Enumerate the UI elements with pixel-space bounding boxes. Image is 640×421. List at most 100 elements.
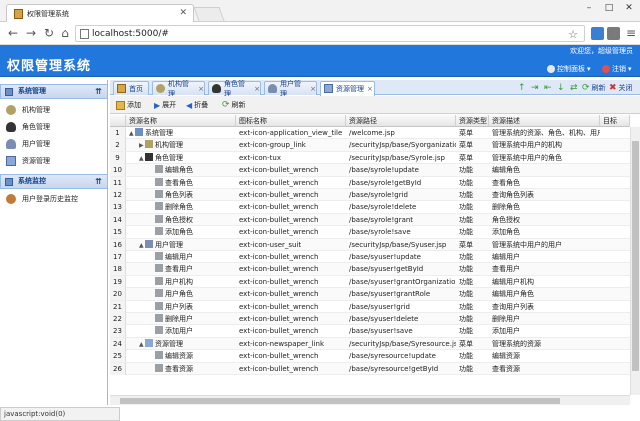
tab-scroll-left-icon[interactable]: ↑	[518, 82, 526, 94]
tab-move-right-icon[interactable]: ⇤	[544, 82, 552, 94]
table-row[interactable]: 9 ▲ 角色管理 ext-icon-tux/securityJsp/base/Syro…	[110, 151, 630, 165]
cell-target	[600, 350, 630, 362]
browser-tab[interactable]: 权限管理系统 ✕	[6, 4, 194, 22]
table-row[interactable]: 14 角色授权 ext-icon-bullet_wrench/base/syrole…	[110, 213, 630, 227]
gear-icon	[547, 65, 555, 73]
close-tab-icon[interactable]: ×	[254, 85, 260, 93]
bookmark-star-icon[interactable]: ☆	[568, 28, 578, 41]
cell-target	[600, 214, 630, 226]
table-row[interactable]: 23 添加用户 ext-icon-bullet_wrench/base/syuser…	[110, 325, 630, 338]
sidebar-item-resource[interactable]: 资源管理	[0, 152, 106, 169]
column-header-name[interactable]: 资源名称	[126, 115, 236, 127]
sidebar-item-login-history[interactable]: 用户登录历史监控	[0, 190, 106, 207]
home-icon[interactable]: ⌂	[58, 26, 72, 40]
column-header-type[interactable]: 资源类型	[456, 115, 489, 127]
column-header-path[interactable]: 资源路径	[346, 115, 456, 127]
cell-desc: 编辑用户	[492, 253, 520, 261]
sidebar-group-header[interactable]: 系统管理 ⇈	[0, 84, 108, 99]
collapse-icon[interactable]: ⇈	[95, 175, 102, 188]
tab-resource[interactable]: 资源管理 ×	[320, 81, 375, 96]
cell-type: 功能	[459, 253, 473, 261]
browser-tab-title: 权限管理系统	[27, 9, 69, 18]
cell-name: 编辑用户	[126, 251, 236, 263]
cell-name: 用户角色	[126, 288, 236, 300]
horizontal-scroll-thumb[interactable]	[120, 398, 560, 404]
close-tab-icon[interactable]: ✕	[179, 8, 187, 18]
main-panel: 首页 机构管理 × 角色管理 × 用户管理 × 资源管理 × ↑ ⇥ ⇤ ↓ ⇄…	[110, 80, 640, 405]
sidebar-group-header-monitor[interactable]: 系统监控 ⇈	[0, 174, 108, 189]
cell-target	[600, 152, 630, 164]
vertical-scroll-thumb[interactable]	[632, 141, 639, 371]
table-row[interactable]: 11 查看角色 ext-icon-bullet_wrench/base/syrole…	[110, 176, 630, 189]
tab-organization[interactable]: 机构管理 ×	[152, 80, 205, 98]
cell-name: 添加用户	[126, 325, 236, 337]
tab-move-left-icon[interactable]: ⇥	[531, 82, 539, 94]
cell-type: 功能	[459, 191, 473, 199]
cell-icon: ext-icon-bullet_wrench	[239, 191, 319, 199]
sidebar-item-user[interactable]: 用户管理	[0, 135, 106, 152]
table-row[interactable]: 12 角色列表 ext-icon-bullet_wrench/base/syrole…	[110, 189, 630, 202]
sidebar-item-role[interactable]: 角色管理	[0, 118, 106, 135]
table-row[interactable]: 13 删除角色 ext-icon-bullet_wrench/base/syrole…	[110, 201, 630, 214]
sidebar-item-organization[interactable]: 机构管理	[0, 101, 106, 118]
table-row[interactable]: 18 查看用户 ext-icon-bullet_wrench/base/syuser…	[110, 263, 630, 276]
cell-icon: ext-icon-bullet_wrench	[239, 364, 319, 373]
table-row[interactable]: 15 添加角色 ext-icon-bullet_wrench/base/syrole…	[110, 226, 630, 239]
column-header-target[interactable]: 目标	[600, 115, 630, 127]
newspaper-icon	[324, 84, 333, 93]
cell-desc: 删除角色	[492, 203, 520, 212]
collapse-button[interactable]: ◀ 折叠	[186, 99, 208, 111]
logout-button[interactable]: 注销 ▾	[602, 64, 632, 74]
grid-refresh-button[interactable]: ⟳ 刷新	[222, 99, 246, 111]
close-window-icon[interactable]: ✕	[620, 1, 638, 15]
table-row[interactable]: 24 ▲ 资源管理 ext-icon-newspaper_link/securityJ…	[110, 337, 630, 351]
tab-home[interactable]: 首页	[113, 81, 149, 95]
address-bar[interactable]: localhost:5000/# ☆	[75, 25, 585, 42]
cell-desc: 查看用户	[492, 265, 520, 274]
tab-close-button[interactable]: ✖ 关闭	[609, 82, 633, 94]
table-row[interactable]: 22 删除用户 ext-icon-bullet_wrench/base/syuser…	[110, 313, 630, 326]
minimize-icon[interactable]: –	[580, 1, 598, 15]
maximize-icon[interactable]: □	[600, 1, 618, 15]
table-row[interactable]: 2 ▶ 机构管理 ext-icon-group_link/securityJsp/ba…	[110, 139, 630, 152]
tab-refresh-button[interactable]: ⟳ 刷新	[582, 82, 606, 94]
page-icon	[80, 29, 89, 39]
cell-name: 删除用户	[126, 313, 236, 325]
close-tab-icon[interactable]: ×	[198, 85, 204, 93]
cell-desc: 编辑用户角色	[492, 290, 534, 299]
close-tab-icon[interactable]: ×	[310, 85, 316, 93]
table-row[interactable]: 1 ▲ 系统管理 ext-icon-application_view_tile/wel…	[110, 127, 630, 140]
horizontal-scrollbar[interactable]	[110, 395, 630, 405]
cell-name: 编辑角色	[126, 164, 236, 176]
table-row[interactable]: 19 用户机构 ext-icon-bullet_wrench/base/syuser…	[110, 275, 630, 289]
table-row[interactable]: 20 用户角色 ext-icon-bullet_wrench/base/syuser…	[110, 288, 630, 301]
menu-icon[interactable]: ≡	[624, 26, 638, 40]
extension-icon-2[interactable]	[607, 27, 620, 40]
collapse-icon[interactable]: ⇈	[95, 85, 102, 98]
cell-path: /base/syuser!getById	[349, 265, 424, 274]
tab-swap-icon[interactable]: ⇄	[570, 82, 578, 94]
tab-scroll-right-icon[interactable]: ↓	[557, 82, 565, 94]
column-header-desc[interactable]: 资源描述	[489, 115, 600, 127]
table-row[interactable]: 10 编辑角色 ext-icon-bullet_wrench/base/syrole…	[110, 164, 630, 177]
table-row[interactable]: 16 ▲ 用户管理 ext-icon-user_suit/securityJsp/ba…	[110, 238, 630, 251]
grid-toolbar: 添加 ▶ 展开 ◀ 折叠 ⟳ 刷新	[110, 96, 640, 114]
back-icon[interactable]: ←	[6, 26, 20, 40]
table-row[interactable]: 26 查看资源 ext-icon-bullet_wrench/base/syreso…	[110, 362, 630, 375]
forward-icon[interactable]: →	[24, 26, 38, 40]
table-row[interactable]: 21 用户列表 ext-icon-bullet_wrench/base/syuser…	[110, 300, 630, 313]
add-button[interactable]: 添加	[116, 99, 141, 111]
table-row[interactable]: 25 编辑资源 ext-icon-bullet_wrench/base/syreso…	[110, 350, 630, 363]
table-row[interactable]: 17 编辑用户 ext-icon-bullet_wrench/base/syuser…	[110, 251, 630, 264]
extension-icon[interactable]	[591, 27, 604, 40]
column-header-icon[interactable]: 图标名称	[236, 115, 346, 127]
tab-user[interactable]: 用户管理 ×	[264, 80, 317, 98]
control-panel-button[interactable]: 控制面板 ▾	[547, 64, 591, 74]
new-tab-button[interactable]	[193, 7, 225, 21]
close-tab-icon[interactable]: ×	[367, 85, 373, 93]
cell-name: 角色列表	[126, 189, 236, 201]
reload-icon[interactable]: ↻	[42, 26, 56, 40]
vertical-scrollbar[interactable]	[630, 127, 640, 395]
expand-button[interactable]: ▶ 展开	[154, 99, 176, 111]
tab-role[interactable]: 角色管理 ×	[208, 80, 261, 98]
